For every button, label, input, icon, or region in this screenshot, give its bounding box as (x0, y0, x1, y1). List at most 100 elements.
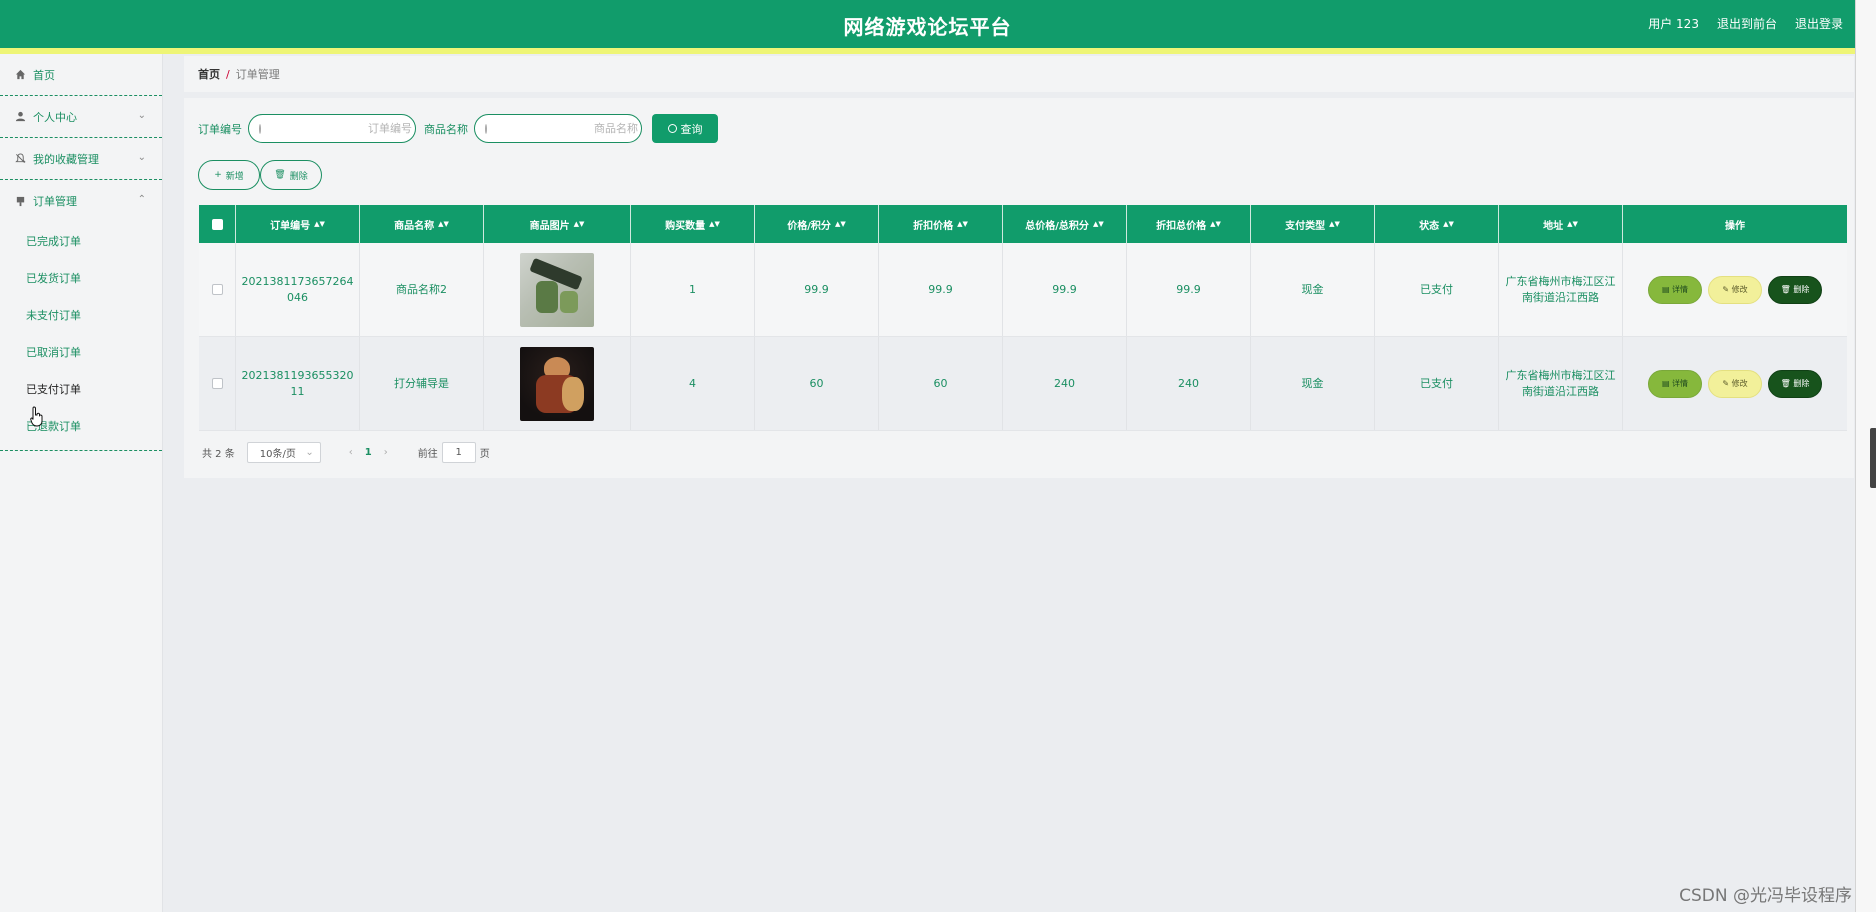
breadcrumb-current: 订单管理 (235, 68, 280, 81)
breadcrumb-separator: / (226, 67, 230, 81)
submenu-item-cancelled[interactable]: 已取消订单 (0, 333, 162, 370)
query-button[interactable]: 查询 (652, 114, 718, 143)
detail-button[interactable]: ▤ 详情 (1648, 275, 1702, 304)
sort-icon: ▲▼ (438, 220, 449, 228)
table-row: 2021381173657264046 商品名称2 1 99.9 99.9 99… (199, 243, 1847, 337)
edit-button[interactable]: ✎ 修改 (1708, 275, 1762, 304)
add-button-label: 新增 (225, 171, 244, 182)
scrollbar-thumb[interactable] (1870, 428, 1876, 488)
column-header[interactable]: 状态 ▲▼ (1375, 205, 1499, 243)
sidebar-item-home[interactable]: 首页 (0, 54, 162, 96)
submenu-item-paid[interactable]: 已支付订单 (0, 370, 162, 407)
pay-type-cell: 现金 (1251, 337, 1375, 430)
ticket-icon (14, 195, 26, 207)
submenu-item-unpaid[interactable]: 未支付订单 (0, 296, 162, 333)
column-header[interactable]: 商品名称 ▲▼ (360, 205, 484, 243)
sidebar-item-favorites[interactable]: 我的收藏管理 ⌄ (0, 138, 162, 180)
detail-button[interactable]: ▤ 详情 (1648, 369, 1702, 398)
plus-icon: + (214, 170, 222, 180)
product-image-cell (484, 243, 631, 336)
column-header[interactable]: 折扣总价格 ▲▼ (1127, 205, 1251, 243)
column-header[interactable]: 支付类型 ▲▼ (1251, 205, 1375, 243)
sort-icon: ▲▼ (1567, 220, 1578, 228)
sort-icon: ▲▼ (957, 220, 968, 228)
query-button-label: 查询 (680, 122, 703, 136)
add-button[interactable]: + 新增 (198, 160, 260, 190)
column-header[interactable]: 折扣价格 ▲▼ (879, 205, 1003, 243)
sidebar-item-personal-center[interactable]: 个人中心 ⌄ (0, 96, 162, 138)
sort-icon: ▲▼ (1210, 220, 1221, 228)
user-icon (14, 111, 26, 123)
prev-page-icon[interactable]: ‹ (349, 447, 353, 458)
submenu-item-completed[interactable]: 已完成订单 (0, 222, 162, 259)
top-links: 用户 123 退出到前台 退出登录 (1648, 15, 1843, 32)
product-name-cell: 打分辅导是 (360, 337, 484, 430)
edit-button[interactable]: ✎ 修改 (1708, 369, 1762, 398)
goto-page-input[interactable]: 1 (441, 442, 476, 463)
operations-cell: ▤ 详情 ✎ 修改 🗑 删除 (1623, 243, 1847, 336)
operations-cell: ▤ 详情 ✎ 修改 🗑 删除 (1623, 337, 1847, 430)
row-select-cell (199, 337, 236, 430)
breadcrumb-home[interactable]: 首页 (198, 66, 220, 82)
page-number[interactable]: 1 (365, 447, 372, 458)
next-page-icon[interactable]: › (384, 447, 388, 458)
product-image-cell (484, 337, 631, 430)
submenu-item-shipped[interactable]: 已发货订单 (0, 259, 162, 296)
column-header[interactable]: 订单编号 ▲▼ (236, 205, 360, 243)
batch-delete-button[interactable]: 🗑 删除 (260, 160, 322, 190)
discount-price-cell: 60 (879, 337, 1003, 430)
order-no-cell: 202138119365532011 (236, 337, 360, 430)
logout-link[interactable]: 退出登录 (1795, 15, 1843, 32)
sidebar-item-label: 订单管理 (33, 195, 77, 208)
delete-button[interactable]: 🗑 删除 (1768, 275, 1822, 304)
header-accent-stripe (0, 48, 1855, 54)
row-checkbox[interactable] (211, 284, 223, 295)
chevron-down-icon: ⌄ (305, 447, 314, 458)
select-all-cell (199, 205, 236, 243)
qty-cell: 4 (631, 337, 755, 430)
sort-icon: ▲▼ (1092, 220, 1104, 228)
column-header[interactable]: 总价格/总积分 ▲▼ (1003, 205, 1127, 243)
bell-icon (14, 153, 26, 165)
order-no-input[interactable] (267, 122, 412, 135)
table-header: 订单编号 ▲▼ 商品名称 ▲▼ 商品图片 ▲▼ 购买数量 ▲▼ 价格/积分 ▲▼ 折扣价格… (199, 205, 1847, 243)
table-row: 202138119365532011 打分辅导是 4 60 60 240 240… (199, 337, 1847, 431)
sort-icon: ▲▼ (314, 220, 325, 228)
orders-table: 订单编号 ▲▼ 商品名称 ▲▼ 商品图片 ▲▼ 购买数量 ▲▼ 价格/积分 ▲▼ 折扣价格… (199, 205, 1847, 431)
column-header[interactable]: 商品图片 ▲▼ (484, 205, 631, 243)
window-scrollbar[interactable] (1855, 0, 1876, 912)
submenu-item-refunded[interactable]: 已退款订单 (0, 407, 162, 444)
qty-cell: 1 (631, 243, 755, 336)
back-to-frontend-link[interactable]: 退出到前台 (1717, 15, 1777, 32)
user-name-link[interactable]: 用户 123 (1648, 15, 1699, 32)
column-header[interactable]: 价格/积分 ▲▼ (755, 205, 879, 243)
total-cell: 99.9 (1003, 243, 1127, 336)
order-submenu: 已完成订单 已发货订单 未支付订单 已取消订单 已支付订单 已退款订单 (0, 222, 162, 451)
search-row: 订单编号 商品名称 查询 (198, 114, 718, 143)
delete-button-label: 删除 (289, 171, 308, 182)
page-size-select[interactable]: 10条/页 ⌄ (246, 442, 321, 463)
status-cell: 已支付 (1375, 243, 1499, 336)
sort-icon: ▲▼ (1443, 220, 1454, 228)
discount-total-cell: 99.9 (1127, 243, 1251, 336)
delete-button[interactable]: 🗑 删除 (1768, 369, 1822, 398)
top-bar: 网络游戏论坛平台 用户 123 退出到前台 退出登录 (0, 0, 1855, 48)
column-header[interactable]: 购买数量 ▲▼ (631, 205, 755, 243)
pagination: 共 2 条 10条/页 ⌄ ‹ 1 › 前往 1 页 (202, 442, 490, 463)
app-title: 网络游戏论坛平台 (843, 15, 1012, 39)
sidebar-item-order-management[interactable]: 订单管理 ⌃ (0, 180, 162, 222)
chevron-down-icon: ⌄ (137, 110, 146, 121)
product-name-input[interactable] (493, 122, 638, 135)
product-name-cell: 商品名称2 (360, 243, 484, 336)
warrior-image[interactable] (520, 346, 594, 421)
rifle-image[interactable] (520, 252, 594, 327)
sort-icon: ▲▼ (573, 220, 585, 228)
row-checkbox[interactable] (211, 378, 223, 389)
order-no-search-box[interactable] (248, 114, 416, 143)
total-cell: 240 (1003, 337, 1127, 430)
select-all-checkbox[interactable] (211, 218, 223, 230)
product-name-search-box[interactable] (474, 114, 642, 143)
chevron-down-icon: ⌄ (137, 152, 146, 163)
order-no-label: 订单编号 (198, 122, 242, 136)
column-header[interactable]: 地址 ▲▼ (1499, 205, 1623, 243)
